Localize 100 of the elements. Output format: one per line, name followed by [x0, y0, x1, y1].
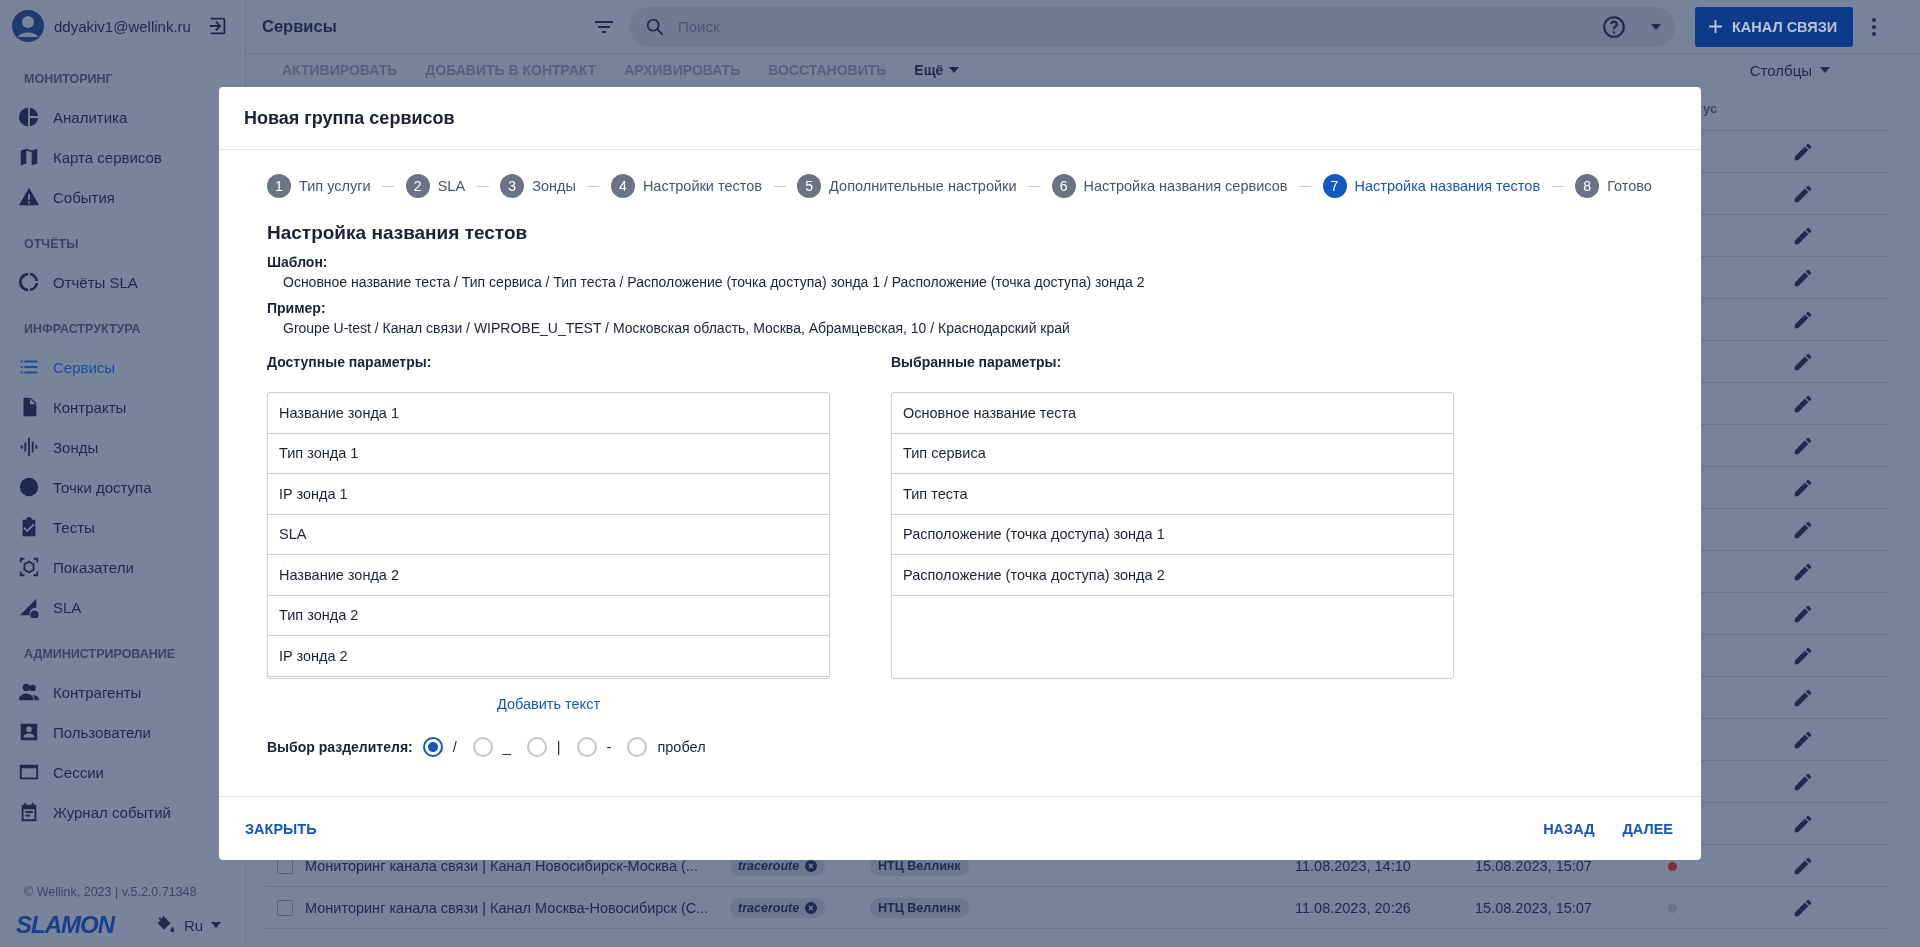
map-icon: [18, 146, 40, 168]
template-label: Шаблон:: [267, 254, 329, 270]
nav-item[interactable]: Карта сервисов: [0, 137, 245, 177]
row-checkbox[interactable]: [277, 899, 293, 916]
radio-button[interactable]: [472, 737, 493, 757]
nav-item[interactable]: Отчёты SLA: [0, 262, 245, 302]
people-icon: [18, 681, 40, 703]
radio-label: |: [556, 739, 561, 755]
tag-chip: traceroute: [730, 897, 826, 918]
step-label[interactable]: Тип услуги: [299, 178, 371, 194]
service-name[interactable]: Мониторинг канала связи | Канал Новосибирск-Москва (...: [305, 857, 730, 874]
table-cell-text: 15.08.2023, 15:07: [1475, 857, 1593, 874]
step-label[interactable]: Зонды: [532, 178, 576, 194]
nav-item[interactable]: Зонды: [0, 427, 245, 467]
language-select[interactable]: Ru: [184, 916, 222, 934]
page-title: Сервисы: [262, 17, 338, 36]
list-item[interactable]: Расположение (точка доступа) зонда 1: [892, 514, 1453, 555]
list-item[interactable]: IP зонда 1: [268, 474, 829, 515]
template-text: Основное название теста / Тип сервиса / Тип теста / Расположение (точка доступа) зонда 1 / Расположение (точка доступа) зонда 2: [282, 274, 1146, 290]
step-number[interactable]: 5: [797, 174, 822, 198]
list-item[interactable]: IP зонда 2: [268, 636, 829, 677]
warning-icon: [18, 186, 40, 208]
caret-icon[interactable]: [1651, 23, 1661, 30]
dialog-title: Новая группа сервисов: [244, 107, 455, 129]
section-heading: Настройка названия тестов: [267, 222, 529, 244]
nav-item[interactable]: События: [0, 177, 245, 217]
section-title: АДМИНИСТРИРОВАНИЕ: [23, 646, 177, 663]
step-number[interactable]: 3: [500, 174, 525, 198]
step-number[interactable]: 7: [1322, 174, 1347, 198]
nav-item[interactable]: Аналитика: [0, 97, 245, 137]
list-item[interactable]: Тип зонда 1: [268, 433, 829, 474]
section-title: ИНФРАСТРУКТУРА: [23, 321, 142, 338]
radio-label: пробел: [657, 739, 706, 755]
step-label[interactable]: Настройка названия тестов: [1354, 178, 1541, 194]
list-item[interactable]: Расположение (точка доступа) зонда 2: [892, 555, 1453, 596]
step-number[interactable]: 6: [1051, 174, 1076, 198]
list-item[interactable]: SLA: [268, 514, 829, 555]
nav-item[interactable]: Контрагенты: [0, 672, 245, 712]
nav-item[interactable]: Сессии: [0, 752, 245, 792]
radio-label: _: [502, 739, 511, 755]
dot-icon: [18, 476, 40, 498]
step-number[interactable]: 4: [610, 174, 635, 198]
step-number[interactable]: 1: [267, 174, 291, 198]
remove-icon[interactable]: [805, 859, 818, 872]
list-item[interactable]: Тип теста: [892, 474, 1453, 515]
radio-button[interactable]: [576, 737, 597, 757]
back-button[interactable]: НАЗАД: [1531, 812, 1607, 845]
columns-menu[interactable]: Столбцы: [1749, 61, 1830, 79]
list-item[interactable]: Основное название теста: [892, 393, 1453, 434]
version-text: © Wellink, 2023 | v.5.2.0.71348: [24, 885, 198, 899]
nav-item[interactable]: SLA: [0, 587, 245, 627]
nav-item[interactable]: Пользователи: [0, 712, 245, 752]
table-cell-text: 15.08.2023, 15:07: [1475, 899, 1593, 916]
help-icon[interactable]: [1601, 13, 1627, 40]
cube-icon: [18, 556, 40, 578]
radio-button[interactable]: [422, 737, 443, 757]
plus-icon: [1709, 20, 1722, 33]
radio-label: -: [606, 739, 612, 755]
add-text-link[interactable]: Добавить текст: [496, 696, 601, 712]
user-email: ddyakiv1@wellink.ru: [54, 17, 192, 35]
radio-button[interactable]: [627, 737, 648, 757]
next-button[interactable]: ДАЛЕЕ: [1610, 812, 1685, 845]
list-label: Доступные параметры:: [267, 354, 433, 370]
list-label: Выбранные параметры:: [891, 354, 1063, 370]
caret-icon: [211, 922, 222, 928]
step-label[interactable]: SLA: [437, 178, 466, 194]
create-channel-button[interactable]: КАНАЛ СВЯЗИ: [1695, 6, 1853, 47]
nav-item[interactable]: Контракты: [0, 387, 245, 427]
pie-chart-icon: [18, 106, 40, 128]
radio-label: /: [452, 739, 457, 755]
avatar-icon: [12, 10, 44, 42]
person-card-icon: [18, 721, 40, 743]
organization-chip: НТЦ Веллинк: [870, 897, 969, 918]
step-label[interactable]: Настройки тестов: [642, 178, 763, 194]
more-menu[interactable]: Ещё: [914, 62, 960, 78]
table-cell-text: 11.08.2023, 14:10: [1295, 857, 1412, 874]
section-title: МОНИТОРИНГ: [23, 71, 114, 88]
radio-button[interactable]: [526, 737, 547, 757]
list-item[interactable]: Название зонда 2: [268, 555, 829, 596]
nav-item[interactable]: Тесты: [0, 507, 245, 547]
column-header[interactable]: ус: [1703, 100, 1718, 116]
step-number[interactable]: 8: [1575, 174, 1600, 198]
service-name[interactable]: Мониторинг канала связи | Канал Москва-Новосибирск (С...: [305, 899, 730, 916]
step-label[interactable]: Настройка названия сервисов: [1083, 178, 1288, 194]
list-item[interactable]: Название зонда 1: [268, 393, 829, 434]
caret-icon: [1820, 67, 1830, 73]
separator-label: Выбор разделителя:: [267, 739, 413, 755]
step-label[interactable]: Готово: [1607, 178, 1652, 194]
step-label[interactable]: Дополнительные настройки: [829, 178, 1017, 194]
step-number[interactable]: 2: [405, 174, 430, 198]
more-icon[interactable]: [1871, 16, 1877, 37]
example-label: Пример:: [267, 300, 327, 316]
caret-icon: [949, 67, 960, 73]
wave-icon: [18, 436, 40, 458]
list-item[interactable]: Тип зонда 2: [268, 595, 829, 636]
nav-item[interactable]: Показатели: [0, 547, 245, 587]
example-text: Groupe U-test / Канал связи / WIPROBE_U_TEST / Московская область, Москва, Абрамцевская, 10 / Краснодарский край: [282, 320, 1071, 336]
section-title: ОТЧЁТЫ: [23, 236, 80, 253]
nav-item[interactable]: Точки доступа: [0, 467, 245, 507]
list-item[interactable]: Тип сервиса: [892, 433, 1453, 474]
